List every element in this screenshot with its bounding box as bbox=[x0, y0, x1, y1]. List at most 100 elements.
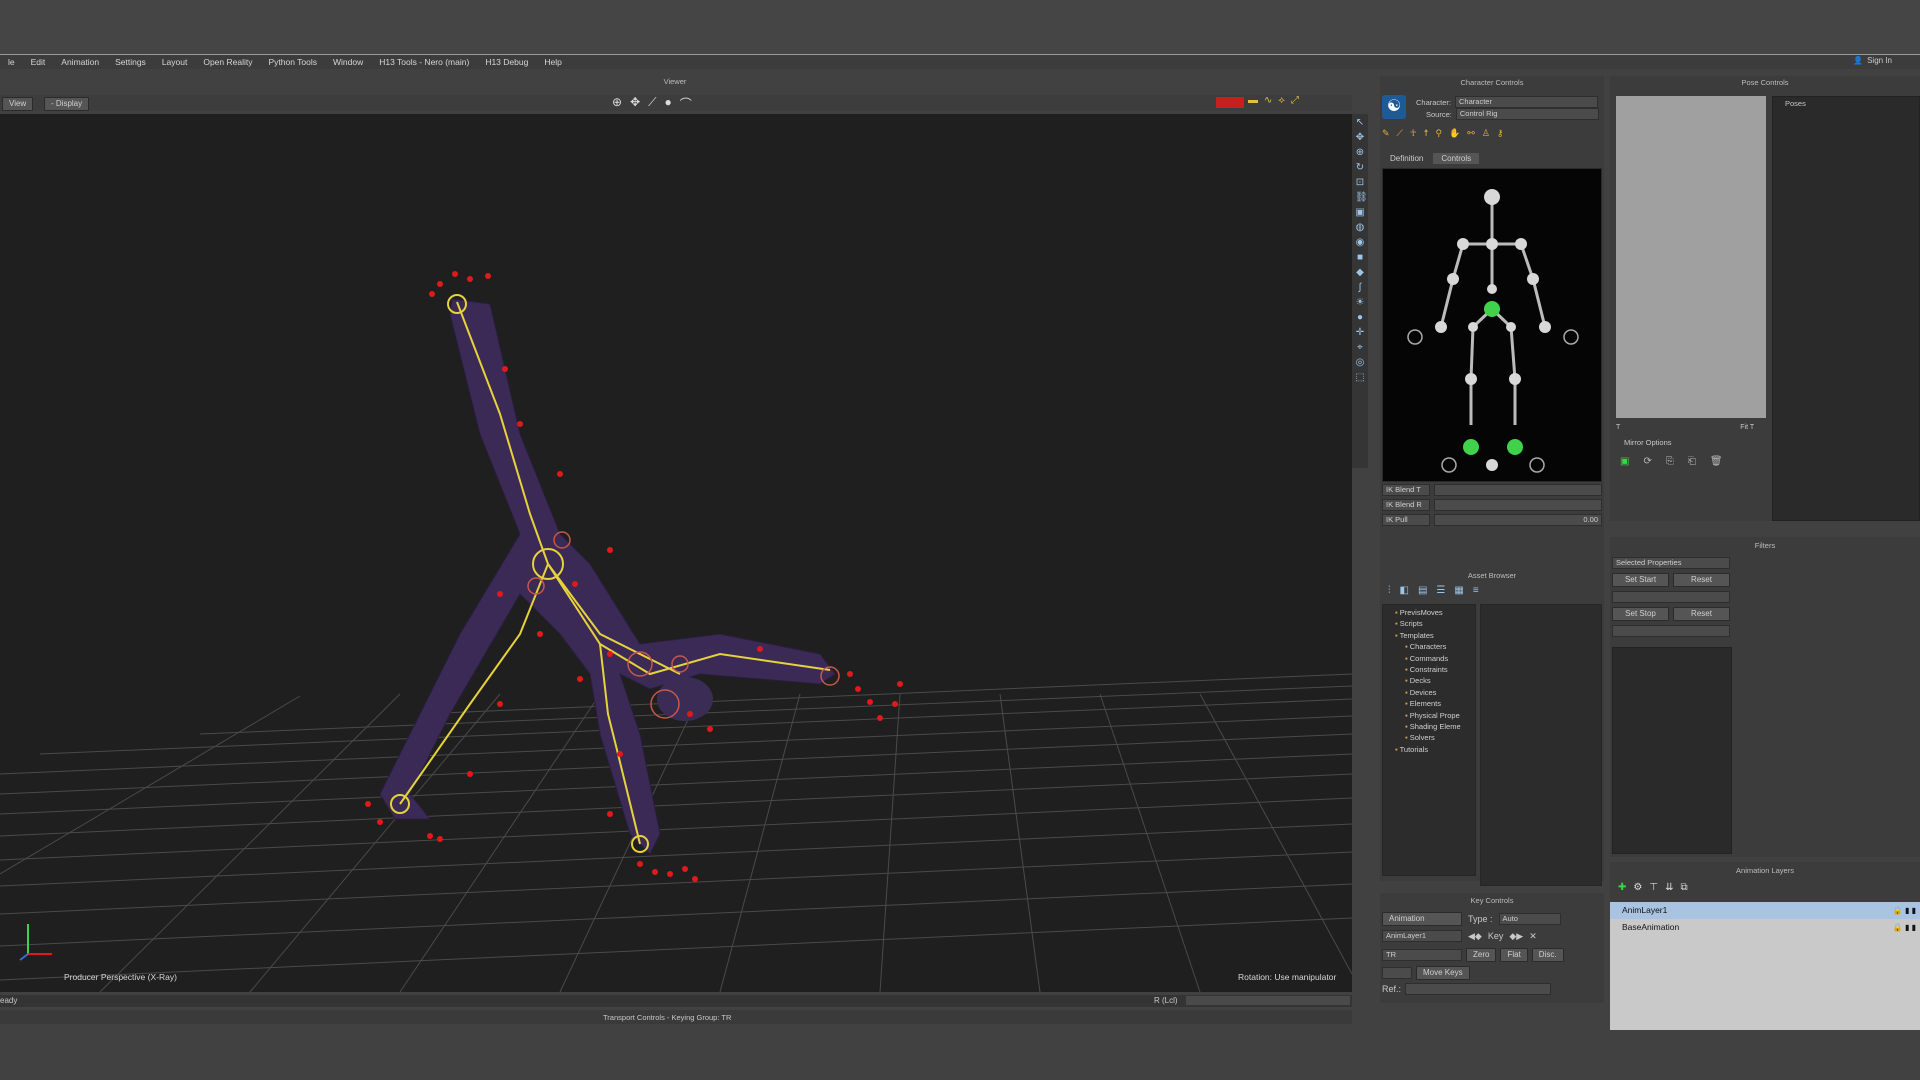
add-layer-icon[interactable]: ✚ bbox=[1618, 882, 1626, 893]
tree-icon[interactable]: ⫶ bbox=[1388, 585, 1391, 596]
menu-item[interactable]: Open Reality bbox=[195, 57, 260, 67]
disc-button[interactable]: Disc. bbox=[1531, 948, 1564, 962]
list-view-icon[interactable]: ☰ bbox=[1436, 585, 1445, 596]
source-select[interactable]: Control Rig bbox=[1455, 108, 1599, 120]
poses-list[interactable]: Poses bbox=[1772, 96, 1920, 521]
light-icon[interactable]: ☀ bbox=[1355, 298, 1365, 308]
pin-icon[interactable]: ⤢ bbox=[1291, 95, 1299, 106]
tree-item[interactable]: ▪ PrevisMoves bbox=[1387, 607, 1475, 618]
next-key-icon[interactable]: ◆▶ bbox=[1509, 931, 1523, 942]
detail-view-icon[interactable]: ≡ bbox=[1473, 585, 1479, 596]
tree-item[interactable]: ▪ Decks bbox=[1387, 675, 1475, 686]
link-icon[interactable]: ⛓ bbox=[1355, 193, 1368, 203]
curve-tool-icon[interactable]: ⌒ bbox=[680, 95, 692, 112]
set-start-button[interactable]: Set Start bbox=[1612, 573, 1669, 587]
split-view-icon[interactable]: ◧ bbox=[1400, 585, 1409, 596]
menu-item[interactable]: H13 Debug bbox=[477, 57, 536, 67]
create-pose-icon[interactable]: ▣ bbox=[1620, 456, 1629, 467]
hand-icon[interactable]: ✋ bbox=[1449, 128, 1460, 140]
sphere-icon[interactable]: ◉ bbox=[1355, 238, 1365, 248]
mirror-options[interactable]: Mirror Options bbox=[1624, 438, 1672, 447]
layer-row-2[interactable]: BaseAnimation 🔒 ▮ ▮ bbox=[1610, 919, 1920, 936]
asset-contents[interactable] bbox=[1480, 604, 1602, 886]
globe-icon[interactable]: ◍ bbox=[1355, 223, 1365, 233]
camera-icon[interactable]: ⌖ bbox=[1355, 343, 1365, 353]
dot-icon[interactable]: ● bbox=[1355, 313, 1365, 323]
sign-in[interactable]: 👤 Sign In bbox=[1853, 56, 1892, 65]
ik-blend-r-slider[interactable] bbox=[1434, 499, 1602, 511]
point-tool-icon[interactable]: ● bbox=[665, 95, 672, 112]
axis-icon[interactable]: ✛ bbox=[1355, 328, 1365, 338]
tree-item[interactable]: ▪ Elements bbox=[1387, 698, 1475, 709]
rotate-tool-icon[interactable]: ⊕ bbox=[612, 95, 622, 112]
record-indicator[interactable] bbox=[1216, 97, 1244, 108]
offset-field[interactable] bbox=[1382, 967, 1412, 979]
menu-item[interactable]: Edit bbox=[23, 57, 54, 67]
menu-item[interactable]: Python Tools bbox=[260, 57, 325, 67]
prev-key-icon[interactable]: ◀◆ bbox=[1468, 931, 1482, 942]
paste-pose-icon[interactable]: ⎗ bbox=[1688, 456, 1696, 467]
menu-item[interactable]: Settings bbox=[107, 57, 154, 67]
key-button[interactable]: Key bbox=[1488, 931, 1504, 941]
tree-item[interactable]: ▪ Characters bbox=[1387, 641, 1475, 652]
frame-icon[interactable]: ▣ bbox=[1355, 208, 1365, 218]
stop-field[interactable] bbox=[1612, 625, 1730, 637]
stance-icon[interactable]: ♙ bbox=[1482, 128, 1490, 140]
reach-icon[interactable]: ⚯ bbox=[1467, 128, 1475, 140]
menu-item[interactable]: Animation bbox=[53, 57, 107, 67]
select-icon[interactable]: ↖ bbox=[1355, 118, 1365, 128]
translate-tool-icon[interactable]: ✥ bbox=[630, 95, 640, 112]
layer-row-1[interactable]: AnimLayer1 🔒 ▮ ▮ bbox=[1610, 902, 1920, 919]
line-tool-icon[interactable]: ⟋ bbox=[648, 95, 656, 112]
body-part-icon[interactable]: ☥ bbox=[1410, 128, 1417, 140]
reset-start-button[interactable]: Reset bbox=[1673, 573, 1730, 587]
tab-definition[interactable]: Definition bbox=[1382, 153, 1431, 164]
flat-button[interactable]: Flat bbox=[1500, 948, 1528, 962]
character-control-rig-view[interactable] bbox=[1382, 168, 1602, 482]
pose-fit-label[interactable]: Fit T bbox=[1740, 424, 1754, 431]
tab-controls[interactable]: Controls bbox=[1433, 153, 1480, 164]
hips-effector[interactable] bbox=[1484, 301, 1500, 317]
selected-properties-select[interactable]: Selected Properties bbox=[1612, 557, 1730, 569]
limb-icon[interactable]: ⚲ bbox=[1435, 128, 1442, 140]
tree-item[interactable]: ▪ Constraints bbox=[1387, 664, 1475, 675]
reset-stop-button[interactable]: Reset bbox=[1673, 607, 1730, 621]
3d-viewport[interactable]: Producer Perspective (X-Ray) Rotation: U… bbox=[0, 114, 1352, 992]
copy-pose-icon[interactable]: ⎘ bbox=[1666, 456, 1674, 467]
tree-item[interactable]: ▪ Solvers bbox=[1387, 732, 1475, 743]
scale-icon[interactable]: ⊡ bbox=[1355, 178, 1365, 188]
curve-icon[interactable]: ∿ bbox=[1264, 95, 1272, 106]
pose-preview[interactable] bbox=[1616, 96, 1766, 418]
tree-item[interactable]: ▪ Scripts bbox=[1387, 618, 1475, 629]
animation-mode-button[interactable]: Animation bbox=[1382, 912, 1462, 926]
right-foot-effector[interactable] bbox=[1507, 439, 1523, 455]
layer-lock-icon[interactable]: 🔒 ▮ ▮ bbox=[1893, 919, 1920, 936]
pose-tx-label[interactable]: T bbox=[1616, 424, 1620, 431]
menu-item[interactable]: Window bbox=[325, 57, 371, 67]
layer-collapse-icon[interactable]: ⊤ bbox=[1649, 882, 1658, 893]
layer-select[interactable]: AnimLayer1 bbox=[1382, 930, 1462, 942]
layer-merge-icon[interactable]: ⇊ bbox=[1665, 882, 1673, 893]
translate-icon[interactable]: ⊕ bbox=[1355, 148, 1365, 158]
layer-settings-icon[interactable]: ⚙ bbox=[1633, 882, 1642, 893]
snap-icon[interactable]: ⟡ bbox=[1278, 95, 1285, 106]
display-button[interactable]: - Display bbox=[44, 97, 90, 111]
move-icon[interactable]: ✥ bbox=[1355, 133, 1365, 143]
delete-pose-icon[interactable]: 🗑 bbox=[1710, 456, 1723, 467]
tree-item[interactable]: ▪ Templates bbox=[1387, 630, 1475, 641]
keyframe-icon[interactable]: ▬ bbox=[1248, 95, 1258, 106]
ik-blend-t-slider[interactable] bbox=[1434, 484, 1602, 496]
ik-pull-value[interactable]: 0.00 bbox=[1434, 514, 1602, 526]
bulb-icon[interactable]: ◎ bbox=[1355, 358, 1365, 368]
tree-item[interactable]: ▪ Devices bbox=[1387, 687, 1475, 698]
character-model[interactable] bbox=[379, 298, 836, 855]
update-pose-icon[interactable]: ⟳ bbox=[1643, 456, 1651, 467]
spline-icon[interactable]: ∫ bbox=[1355, 283, 1365, 293]
crop-icon[interactable]: ⬚ bbox=[1355, 373, 1365, 383]
menu-item[interactable]: le bbox=[0, 57, 23, 67]
character-icon[interactable]: ☯ bbox=[1382, 95, 1406, 119]
tree-item[interactable]: ▪ Commands bbox=[1387, 653, 1475, 664]
layer-group-icon[interactable]: ⧉ bbox=[1680, 882, 1687, 893]
filter-properties-list[interactable] bbox=[1612, 647, 1732, 854]
panel-view-icon[interactable]: ▤ bbox=[1418, 585, 1427, 596]
